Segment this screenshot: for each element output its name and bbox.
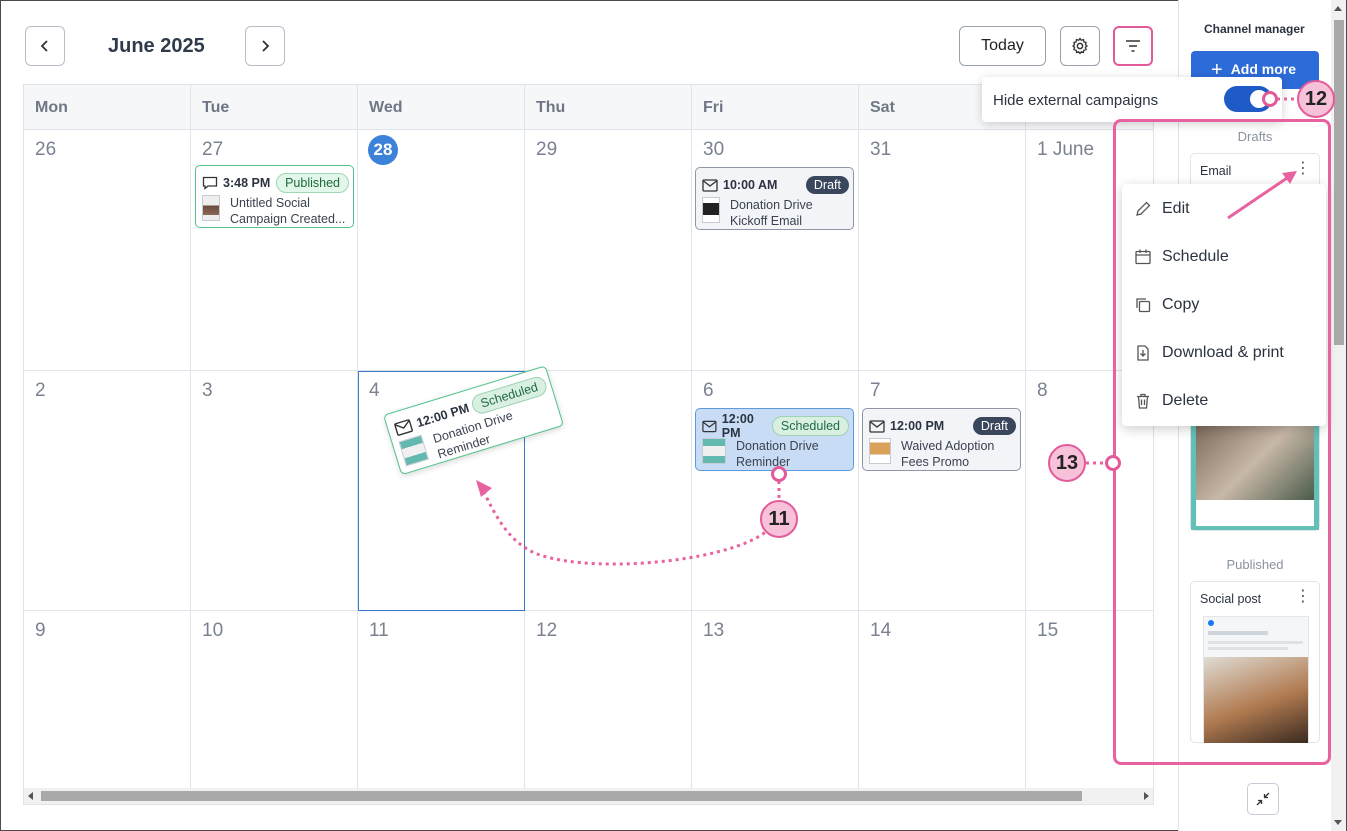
callout-13: 13 bbox=[1048, 444, 1086, 482]
callout-12: 12 bbox=[1297, 80, 1335, 118]
callout-anchor bbox=[1262, 91, 1278, 107]
annotation-arrows bbox=[476, 97, 1298, 566]
callout-11: 11 bbox=[760, 500, 798, 538]
callout-anchor bbox=[771, 466, 787, 482]
callout-anchor bbox=[1105, 455, 1121, 471]
